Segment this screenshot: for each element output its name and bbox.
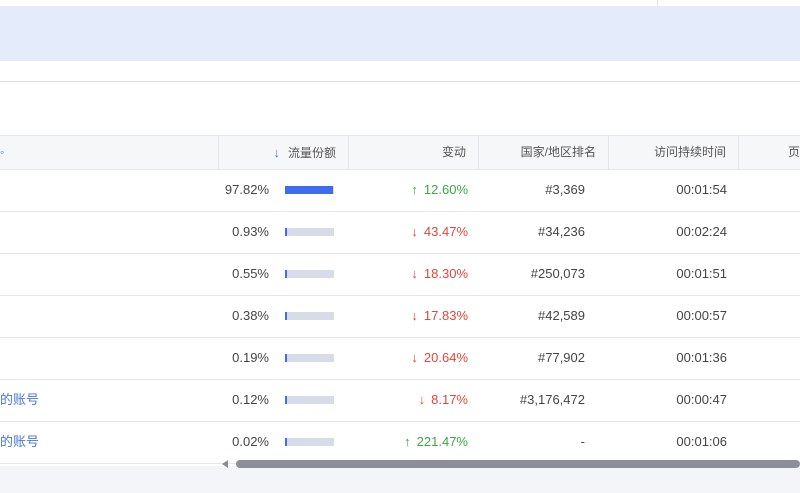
header-rank[interactable]: 国家/地区排名 bbox=[478, 136, 608, 169]
share-bar bbox=[285, 354, 334, 362]
rank-value: #42,589 bbox=[538, 308, 585, 323]
change-value: 12.60% bbox=[423, 182, 468, 197]
site-name-link[interactable] bbox=[0, 254, 218, 295]
arrow-down-icon: ↓ bbox=[418, 392, 426, 407]
header-name[interactable]: ◦ bbox=[0, 136, 218, 169]
share-cell: 0.12% bbox=[218, 380, 348, 421]
table-header: ◦ ↓ 流量份额 变动 国家/地区排名 访问持续时间 页 bbox=[0, 135, 800, 170]
share-bar-fill bbox=[285, 438, 287, 446]
rank-value: #34,236 bbox=[538, 224, 585, 239]
header-rank-label: 国家/地区排名 bbox=[520, 145, 596, 159]
table-row[interactable]: 的账号 0.12% ↓ 8.17% #3,176,472 00:00:47 bbox=[0, 380, 800, 422]
share-value: 97.82% bbox=[224, 182, 269, 197]
share-cell: 0.19% bbox=[218, 338, 348, 379]
rank-value: - bbox=[580, 434, 585, 449]
header-share-label: 流量份额 bbox=[287, 146, 336, 160]
arrow-down-icon: ↓ bbox=[411, 224, 418, 239]
share-value: 0.19% bbox=[232, 350, 269, 365]
rank-value: #3,176,472 bbox=[519, 392, 585, 407]
share-bar bbox=[285, 438, 334, 446]
arrow-down-icon: ↓ bbox=[411, 308, 418, 323]
share-bar bbox=[285, 312, 334, 320]
share-value: 0.02% bbox=[232, 434, 269, 449]
share-cell: 0.02% bbox=[218, 422, 348, 463]
rank-value: #3,369 bbox=[545, 182, 585, 197]
change-value: 18.30% bbox=[423, 266, 468, 281]
share-value: 0.93% bbox=[232, 224, 269, 239]
table-row[interactable]: 97.82% ↑ 12.60% #3,369 00:01:54 bbox=[0, 170, 800, 212]
arrow-up-icon: ↑ bbox=[411, 182, 418, 197]
share-cell: 0.38% bbox=[218, 296, 348, 337]
header-duration-label: 访问持续时间 bbox=[653, 145, 726, 159]
header-pages-label: 页 bbox=[787, 145, 800, 159]
duration-value: 00:01:51 bbox=[676, 266, 727, 281]
share-bar bbox=[285, 270, 334, 278]
change-cell: ↑ 12.60% bbox=[348, 170, 468, 211]
duration-value: 00:01:36 bbox=[676, 350, 727, 365]
share-cell: 0.93% bbox=[218, 212, 348, 253]
site-name-link[interactable] bbox=[0, 296, 218, 337]
change-value: 221.47% bbox=[416, 434, 468, 449]
header-pages[interactable]: 页 bbox=[738, 136, 800, 169]
table-row[interactable]: 0.38% ↓ 17.83% #42,589 00:00:57 bbox=[0, 296, 800, 338]
rank-value: #77,902 bbox=[538, 350, 585, 365]
rank-value: #250,073 bbox=[530, 266, 585, 281]
table-row[interactable]: 0.55% ↓ 18.30% #250,073 00:01:51 bbox=[0, 254, 800, 296]
scroll-left-arrow-icon[interactable] bbox=[222, 460, 228, 468]
share-bar bbox=[285, 228, 334, 236]
duration-value: 00:00:57 bbox=[676, 308, 727, 323]
arrow-down-icon: ↓ bbox=[273, 145, 280, 160]
change-value: 43.47% bbox=[423, 224, 468, 239]
info-banner bbox=[0, 6, 800, 61]
change-value: 8.17% bbox=[431, 392, 468, 407]
traffic-table: ◦ ↓ 流量份额 变动 国家/地区排名 访问持续时间 页 97.82% ↑ 12.60… bbox=[0, 135, 800, 464]
header-duration[interactable]: 访问持续时间 bbox=[608, 136, 738, 169]
arrow-down-icon: ↓ bbox=[411, 350, 418, 365]
share-cell: 97.82% bbox=[218, 170, 348, 211]
table-row[interactable]: 的账号 0.02% ↑ 221.47% - 00:01:06 bbox=[0, 422, 800, 464]
share-bar bbox=[285, 396, 334, 404]
change-value: 20.64% bbox=[423, 350, 468, 365]
duration-value: 00:02:24 bbox=[676, 224, 727, 239]
horizontal-scrollbar[interactable] bbox=[222, 459, 800, 469]
header-share[interactable]: ↓ 流量份额 bbox=[218, 136, 348, 169]
table-body: 97.82% ↑ 12.60% #3,369 00:01:54 0.93% ↓ 43.47% #… bbox=[0, 170, 800, 464]
share-bar-fill bbox=[285, 186, 333, 194]
change-value: 17.83% bbox=[423, 308, 468, 323]
duration-value: 00:01:54 bbox=[676, 182, 727, 197]
share-bar-fill bbox=[285, 396, 287, 404]
change-cell: ↓ 43.47% bbox=[348, 212, 468, 253]
site-name-link[interactable] bbox=[0, 170, 218, 211]
table-row[interactable]: 0.93% ↓ 43.47% #34,236 00:02:24 bbox=[0, 212, 800, 254]
change-cell: ↓ 17.83% bbox=[348, 296, 468, 337]
change-cell: ↓ 8.17% bbox=[348, 380, 468, 421]
site-name-link[interactable] bbox=[0, 338, 218, 379]
arrow-down-icon: ↓ bbox=[411, 266, 418, 281]
duration-value: 00:01:06 bbox=[676, 434, 727, 449]
site-name-link[interactable]: 的账号 bbox=[0, 422, 218, 463]
arrow-up-icon: ↑ bbox=[404, 434, 411, 449]
site-name-link[interactable]: 的账号 bbox=[0, 380, 218, 421]
site-name-link[interactable] bbox=[0, 212, 218, 253]
duration-value: 00:00:47 bbox=[676, 392, 727, 407]
table-row[interactable]: 0.19% ↓ 20.64% #77,902 00:01:36 bbox=[0, 338, 800, 380]
share-bar-fill bbox=[285, 354, 287, 362]
header-change-label: 变动 bbox=[441, 145, 466, 159]
share-value: 0.12% bbox=[232, 392, 269, 407]
filter-icon[interactable]: ◦ bbox=[0, 136, 4, 169]
share-bar-fill bbox=[285, 270, 287, 278]
share-bar-fill bbox=[285, 312, 287, 320]
share-value: 0.38% bbox=[232, 308, 269, 323]
share-cell: 0.55% bbox=[218, 254, 348, 295]
change-cell: ↓ 18.30% bbox=[348, 254, 468, 295]
change-cell: ↑ 221.47% bbox=[348, 422, 468, 463]
divider bbox=[0, 81, 800, 82]
share-bar-fill bbox=[285, 228, 287, 236]
change-cell: ↓ 20.64% bbox=[348, 338, 468, 379]
header-change[interactable]: 变动 bbox=[348, 136, 478, 169]
share-value: 0.55% bbox=[232, 266, 269, 281]
share-bar bbox=[285, 186, 334, 194]
scroll-thumb[interactable] bbox=[236, 460, 800, 468]
